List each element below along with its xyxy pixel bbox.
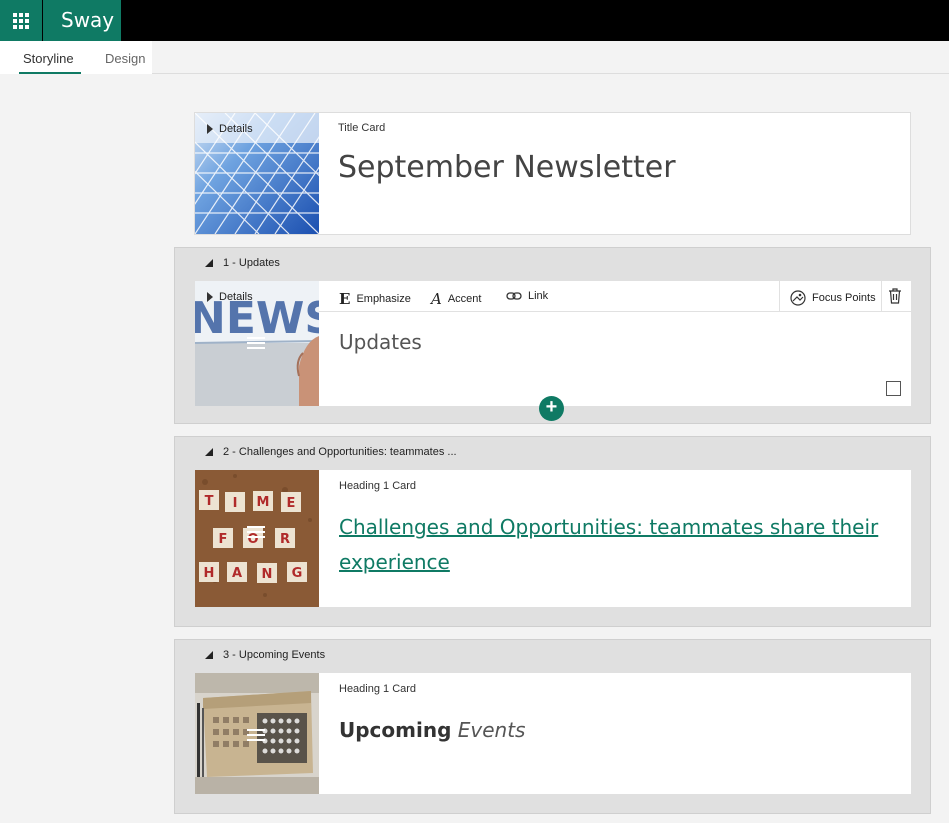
tab-storyline[interactable]: Storyline [23, 51, 74, 66]
updates-card-image[interactable]: NEWS Details [195, 281, 319, 406]
tab-design[interactable]: Design [105, 51, 145, 66]
drag-handle-icon[interactable] [247, 337, 265, 349]
events-card-image[interactable] [195, 673, 319, 794]
delete-button[interactable] [888, 288, 902, 304]
waffle-icon [13, 12, 29, 29]
waffle-button[interactable] [0, 0, 42, 41]
svg-text:E: E [287, 496, 296, 511]
section-title: 3 - Upcoming Events [223, 649, 326, 661]
title-card-heading[interactable]: September Newsletter [338, 150, 676, 185]
updates-card[interactable]: NEWS Details E Emphasize A Accent [195, 281, 911, 406]
section-title: 1 - Updates [223, 257, 280, 269]
collapse-icon [205, 651, 213, 659]
accent-icon: A [431, 290, 442, 308]
card-select-checkbox[interactable] [886, 381, 901, 396]
accent-button[interactable]: A Accent [431, 290, 481, 308]
emphasize-button[interactable]: E Emphasize [339, 290, 411, 308]
card-type-label: Title Card [338, 122, 386, 134]
section-upcoming-events[interactable]: 3 - Upcoming Events Heading 1 Card Upcom… [174, 639, 931, 814]
focus-points-button[interactable]: Focus Points [790, 290, 876, 306]
title-card-image[interactable]: Details [195, 113, 319, 234]
add-card-button[interactable]: + [539, 396, 564, 421]
card-toolbar: E Emphasize A Accent Link Focus Points [319, 281, 911, 312]
svg-text:T: T [205, 494, 214, 509]
challenges-card[interactable]: T I M E F O R H A N G Heading 1 Card Cha… [195, 470, 911, 607]
events-card-heading[interactable]: Upcoming Events [339, 718, 525, 742]
challenges-card-heading[interactable]: Challenges and Opportunities: teammates … [339, 510, 879, 580]
events-heading-bold: Upcoming [339, 718, 452, 742]
card-type-label: Heading 1 Card [339, 683, 417, 695]
accent-label: Accent [447, 293, 482, 305]
title-card[interactable]: Details Title Card September Newsletter [194, 112, 911, 235]
caret-right-icon [207, 124, 213, 134]
toolbar-divider [881, 281, 882, 312]
collapse-icon [205, 259, 213, 267]
emphasize-icon: E [339, 290, 351, 308]
svg-text:N: N [262, 567, 273, 582]
svg-text:G: G [292, 566, 303, 581]
details-label: Details [219, 123, 253, 135]
toolbar-divider [779, 281, 780, 312]
card-type-label: Heading 1 Card [339, 480, 417, 492]
svg-text:F: F [219, 532, 228, 547]
caret-right-icon [207, 292, 213, 302]
section-header[interactable]: 2 - Challenges and Opportunities: teamma… [205, 446, 457, 458]
events-card[interactable]: Heading 1 Card Upcoming Events [195, 673, 911, 794]
drag-handle-icon[interactable] [247, 526, 265, 538]
section-title: 2 - Challenges and Opportunities: teamma… [223, 446, 457, 458]
active-tab-indicator [19, 72, 81, 74]
link-button[interactable]: Link [506, 290, 548, 302]
trash-icon [889, 288, 901, 304]
section-header[interactable]: 3 - Upcoming Events [205, 649, 325, 661]
svg-text:I: I [233, 496, 238, 511]
svg-text:H: H [204, 566, 215, 581]
events-heading-italic: Events [457, 718, 526, 742]
collapse-icon [205, 448, 213, 456]
top-bar [0, 0, 949, 41]
challenges-card-image[interactable]: T I M E F O R H A N G [195, 470, 319, 607]
focus-points-icon [790, 290, 806, 306]
link-icon [506, 292, 522, 300]
app-brand[interactable]: Sway [43, 0, 121, 41]
drag-handle-icon[interactable] [247, 729, 265, 741]
focus-points-label: Focus Points [812, 292, 876, 304]
updates-card-heading[interactable]: Updates [339, 330, 422, 354]
details-label: Details [219, 291, 253, 303]
svg-text:M: M [257, 495, 270, 510]
section-challenges[interactable]: 2 - Challenges and Opportunities: teamma… [174, 436, 931, 627]
svg-text:R: R [280, 532, 290, 547]
title-card-details-toggle[interactable]: Details [207, 123, 253, 135]
section-header[interactable]: 1 - Updates [205, 257, 280, 269]
link-label: Link [528, 290, 549, 302]
svg-text:A: A [232, 566, 242, 581]
emphasize-label: Emphasize [356, 293, 411, 305]
updates-card-details-toggle[interactable]: Details [207, 291, 253, 303]
